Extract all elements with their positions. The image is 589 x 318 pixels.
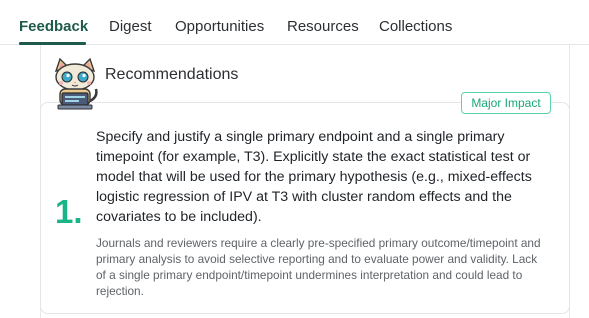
tab-bar: Feedback Digest Opportunities Resources … — [0, 0, 589, 45]
tab-collections[interactable]: Collections — [379, 18, 452, 35]
tab-resources[interactable]: Resources — [287, 18, 359, 35]
recommendation-headline: Specify and justify a single primary end… — [96, 129, 532, 225]
impact-badge: Major Impact — [461, 92, 551, 114]
cat-mascot-icon — [54, 57, 98, 110]
section-title: Recommendations — [105, 66, 239, 83]
feedback-panel: Feedback Digest Opportunities Resources … — [0, 0, 589, 318]
tab-opportunities[interactable]: Opportunities — [175, 18, 264, 35]
recommendation-rationale: Journals and reviewers require a clearly… — [96, 236, 541, 298]
tab-digest[interactable]: Digest — [109, 18, 152, 35]
tab-feedback[interactable]: Feedback — [19, 18, 88, 35]
active-tab-indicator — [19, 42, 86, 45]
recommendation-number: 1. — [55, 193, 83, 230]
